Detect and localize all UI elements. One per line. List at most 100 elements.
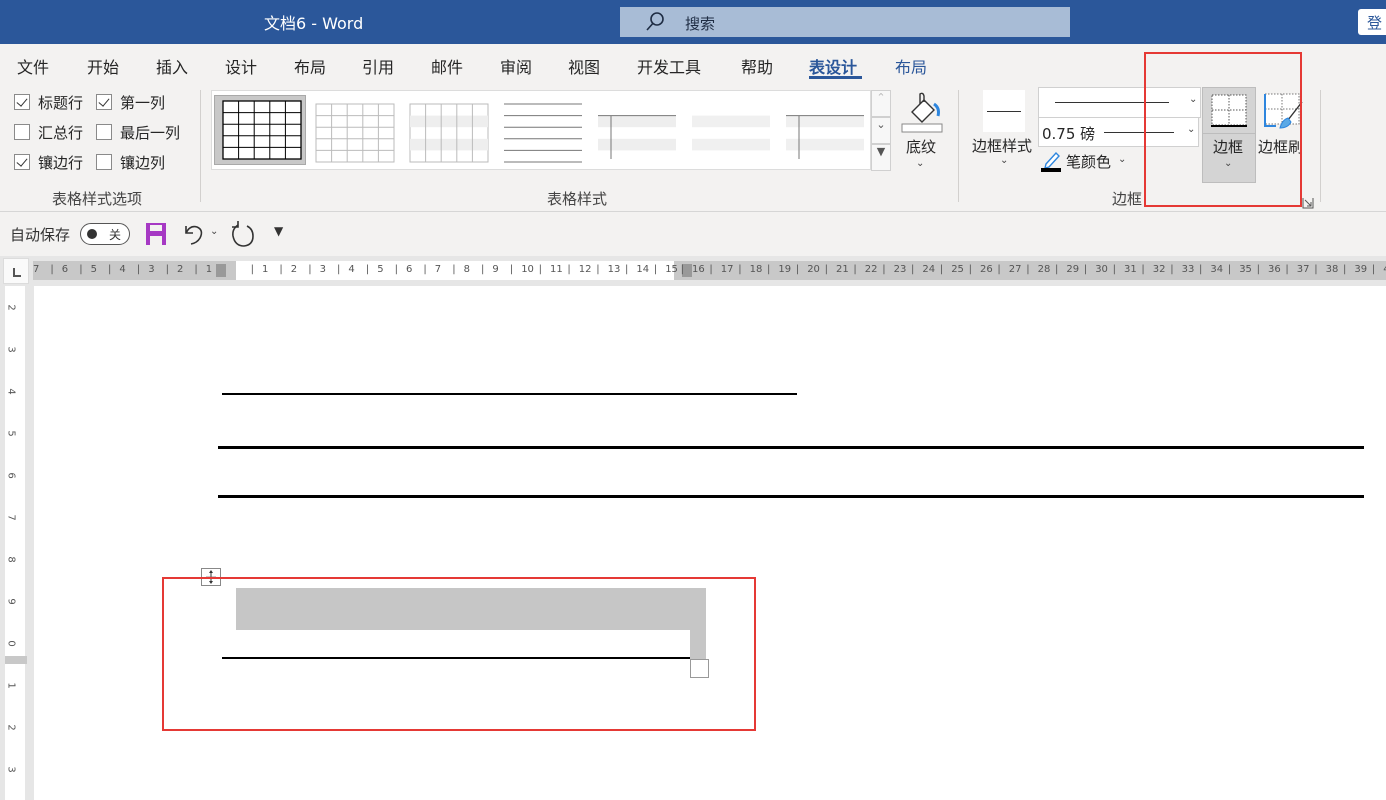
ruler-number: 16 bbox=[692, 264, 705, 275]
ruler-tick: | bbox=[1285, 264, 1289, 275]
ruler-tick: | bbox=[738, 264, 742, 275]
ruler-tick: | bbox=[1227, 264, 1232, 275]
banded-rows-checkbox[interactable] bbox=[14, 154, 30, 170]
active-tab-indicator bbox=[809, 76, 862, 79]
ruler-number: 4 bbox=[119, 264, 126, 275]
ruler-tick: | bbox=[394, 264, 398, 275]
ruler-tick: | bbox=[79, 264, 83, 275]
table-style-grid[interactable] bbox=[214, 95, 306, 165]
tab-table-layout[interactable]: 布局 bbox=[895, 54, 927, 78]
ruler-tick: | bbox=[481, 264, 485, 275]
ruler-number: 23 bbox=[893, 264, 907, 275]
save-icon[interactable] bbox=[145, 222, 167, 246]
ruler-tick: | bbox=[625, 264, 629, 275]
ruler-number: 1 bbox=[262, 264, 269, 275]
ruler-number: 5 bbox=[90, 264, 97, 275]
group-divider bbox=[200, 90, 201, 202]
tab-home[interactable]: 开始 bbox=[87, 54, 119, 78]
ruler-tick: | bbox=[968, 264, 972, 275]
window-title: 文档6 - Word bbox=[264, 14, 364, 33]
ruler-number: 19 bbox=[778, 264, 792, 275]
ruler-tick: | bbox=[509, 264, 514, 275]
table-style-plain-2[interactable] bbox=[404, 95, 496, 165]
first-column-checkbox[interactable] bbox=[96, 94, 112, 110]
ruler-tick: | bbox=[194, 264, 198, 275]
undo-icon[interactable] bbox=[182, 222, 206, 246]
vertical-ruler-number: 3 bbox=[5, 346, 17, 353]
ruler-number: 2 bbox=[290, 264, 298, 275]
gallery-more-button[interactable]: ▼ bbox=[871, 144, 891, 171]
pen-color-label: 笔颜色 bbox=[1066, 153, 1112, 171]
ruler-number: 6 bbox=[406, 264, 413, 275]
redo-icon[interactable] bbox=[230, 221, 256, 249]
ruler-number: 32 bbox=[1152, 264, 1166, 275]
table-style-plain-1-preview bbox=[315, 103, 395, 163]
table-style-plain-4[interactable] bbox=[592, 95, 684, 165]
table-style-plain-3[interactable] bbox=[498, 95, 590, 165]
header-row-checkbox[interactable] bbox=[14, 94, 30, 110]
gallery-scroll-up-button[interactable]: ⌃ bbox=[871, 90, 891, 117]
autosave-toggle[interactable]: 关 bbox=[80, 223, 130, 245]
ruler-tick: | bbox=[1055, 264, 1059, 275]
table-style-plain-3-preview bbox=[504, 103, 582, 163]
vertical-ruler-number: 0 bbox=[5, 640, 17, 647]
horizontal-line-2[interactable] bbox=[218, 446, 1364, 449]
table-style-plain-5[interactable] bbox=[686, 95, 778, 165]
ruler-tick: | bbox=[165, 264, 169, 275]
table-style-plain-1[interactable] bbox=[310, 95, 402, 165]
tab-review[interactable]: 审阅 bbox=[500, 54, 532, 78]
banded-columns-checkbox[interactable] bbox=[96, 154, 112, 170]
border-styles-preview[interactable] bbox=[983, 90, 1025, 132]
left-indent-marker[interactable] bbox=[216, 264, 226, 277]
ruler-tick: | bbox=[1371, 264, 1376, 275]
ruler-number: 21 bbox=[836, 264, 849, 275]
table-style-plain-6[interactable] bbox=[780, 95, 872, 165]
tab-insert[interactable]: 插入 bbox=[156, 54, 188, 78]
tab-file[interactable]: 文件 bbox=[17, 54, 49, 78]
pen-color-button[interactable]: 笔颜色 ⌄ bbox=[1040, 150, 1140, 174]
dialog-launcher-icon bbox=[1302, 198, 1314, 209]
vertical-ruler-number: 2 bbox=[5, 304, 17, 311]
ruler-number: 28 bbox=[1037, 264, 1051, 275]
ruler-tick: | bbox=[538, 264, 542, 275]
tab-help[interactable]: 帮助 bbox=[741, 54, 773, 78]
header-row-label: 标题行 bbox=[38, 94, 84, 112]
border-styles-label[interactable]: 边框样式 bbox=[972, 135, 1032, 156]
group-divider bbox=[958, 90, 959, 202]
horizontal-line-3[interactable] bbox=[218, 495, 1364, 498]
ruler-number: 7 bbox=[434, 264, 442, 275]
last-column-checkbox[interactable] bbox=[96, 124, 112, 140]
ruler-tick: | bbox=[1112, 264, 1116, 275]
tab-selector[interactable] bbox=[3, 258, 29, 284]
customize-qat-icon[interactable]: ▼ bbox=[274, 224, 283, 238]
ruler-number: 39 bbox=[1354, 264, 1368, 275]
gallery-scroll-down-button[interactable]: ⌄ bbox=[871, 117, 891, 144]
last-column-label: 最后一列 bbox=[120, 124, 181, 142]
tab-mailings[interactable]: 邮件 bbox=[431, 54, 463, 78]
tab-developer[interactable]: 开发工具 bbox=[637, 54, 701, 78]
chevron-down-icon: ⌄ bbox=[1118, 154, 1127, 165]
table-styles-gallery[interactable] bbox=[211, 90, 871, 170]
ruler-number: 26 bbox=[980, 264, 993, 275]
tab-layout[interactable]: 布局 bbox=[294, 54, 326, 78]
borders-dialog-launcher[interactable] bbox=[1302, 194, 1314, 209]
search-input[interactable]: 搜索 bbox=[620, 7, 1070, 37]
ruler-tick: | bbox=[680, 264, 684, 275]
style-options-group-label: 表格样式选项 bbox=[52, 190, 143, 208]
ruler-number: 29 bbox=[1066, 264, 1080, 275]
tab-references[interactable]: 引用 bbox=[362, 54, 394, 78]
search-placeholder: 搜索 bbox=[685, 15, 716, 33]
tab-design[interactable]: 设计 bbox=[225, 54, 257, 78]
undo-dropdown-icon[interactable]: ⌄ bbox=[210, 226, 218, 237]
shading-button[interactable]: 底纹 ⌄ bbox=[898, 88, 946, 170]
ruler-number: 31 bbox=[1124, 264, 1137, 275]
ruler-tick: | bbox=[337, 264, 341, 275]
total-row-checkbox[interactable] bbox=[14, 124, 30, 140]
ruler-tick: | bbox=[308, 264, 312, 275]
vertical-ruler-number: 7 bbox=[5, 514, 17, 521]
horizontal-line-1[interactable] bbox=[222, 393, 797, 395]
sign-in-button[interactable]: 登 bbox=[1358, 9, 1386, 35]
ruler-tick: | bbox=[567, 264, 571, 275]
tab-view[interactable]: 视图 bbox=[568, 54, 600, 78]
tab-table-design[interactable]: 表设计 bbox=[809, 54, 857, 78]
